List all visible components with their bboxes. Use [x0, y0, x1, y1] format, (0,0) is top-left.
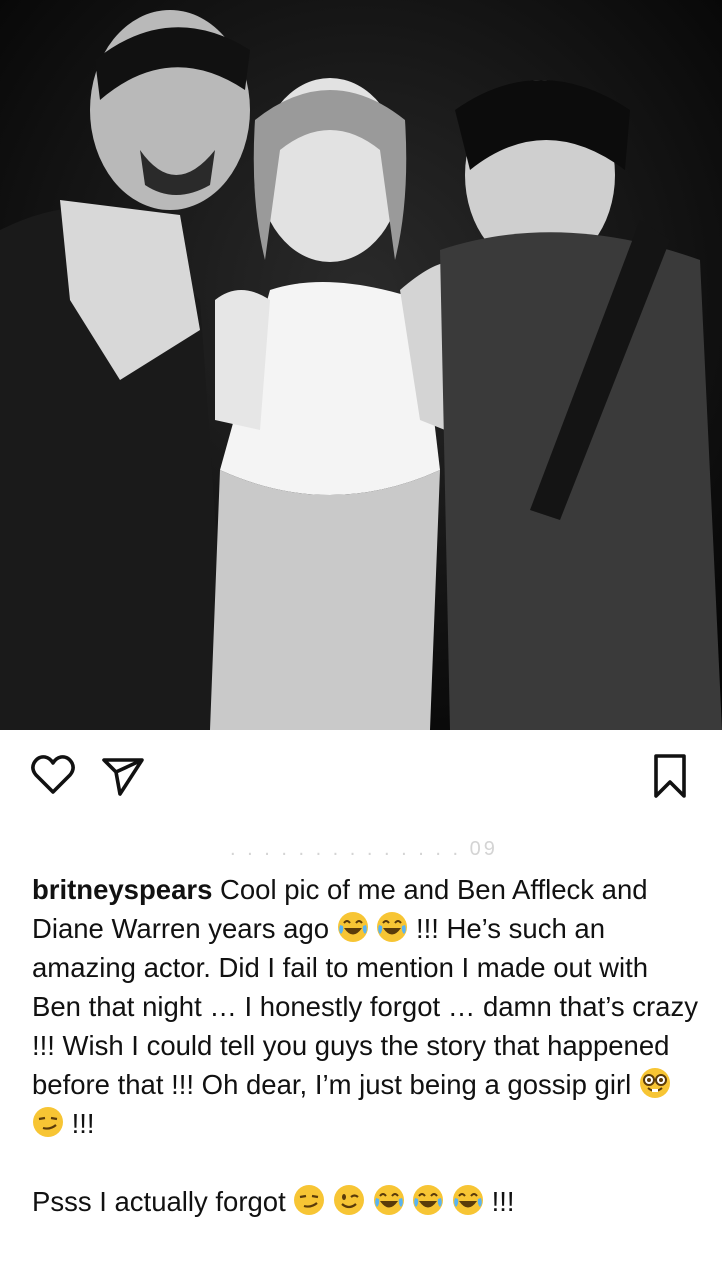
bookmark-icon[interactable] — [648, 752, 692, 800]
face-with-tears-of-joy-icon — [373, 1184, 405, 1216]
caption-ps-paragraph: Psss I actually forgot !!! — [32, 1182, 704, 1221]
post-photo[interactable] — [0, 0, 722, 730]
caption-text-3: !!! — [71, 1108, 95, 1139]
caption-ps-end: !!! — [491, 1186, 515, 1217]
smirking-face-icon — [32, 1106, 64, 1138]
face-with-tears-of-joy-icon — [337, 911, 369, 943]
face-with-tears-of-joy-icon — [452, 1184, 484, 1216]
post-caption: britneyspears Cool pic of me and Ben Aff… — [32, 870, 704, 1221]
caption-username[interactable]: britneyspears — [32, 874, 212, 905]
face-with-tears-of-joy-icon — [376, 911, 408, 943]
faint-watermark-text: . . . . . . . . . . . . . . 09 — [230, 838, 498, 860]
face-with-tears-of-joy-icon — [412, 1184, 444, 1216]
caption-paragraph: britneyspears Cool pic of me and Ben Aff… — [32, 870, 704, 1143]
smirking-face-icon — [293, 1184, 325, 1216]
nerd-face-icon — [639, 1067, 671, 1099]
paper-plane-icon[interactable] — [100, 752, 146, 798]
heart-icon[interactable] — [30, 752, 76, 798]
caption-ps-text: Psss I actually forgot — [32, 1186, 286, 1217]
winking-face-icon — [333, 1184, 365, 1216]
post-actions-bar — [0, 730, 722, 820]
